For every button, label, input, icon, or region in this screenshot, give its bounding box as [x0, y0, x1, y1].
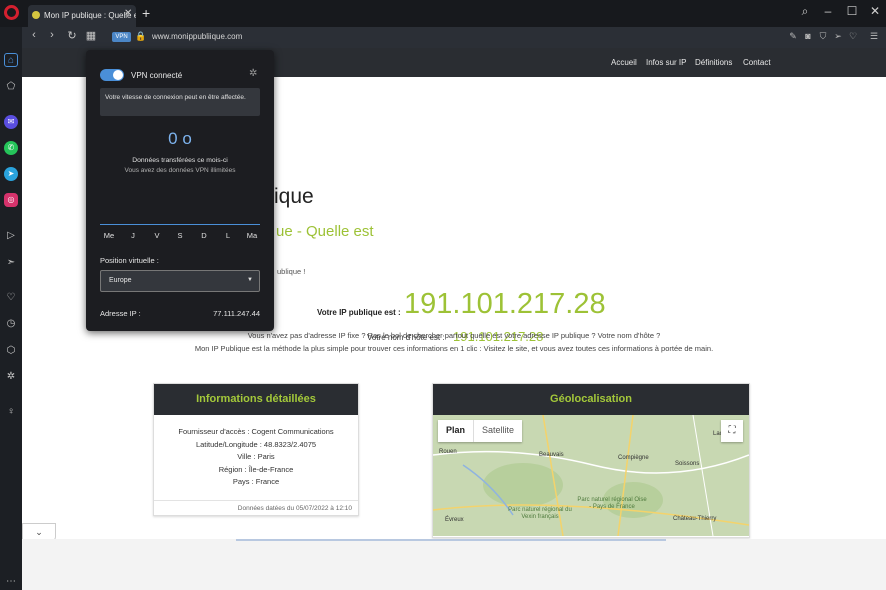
- vpn-warning: Votre vitesse de connexion peut en être …: [100, 88, 260, 116]
- new-tab-button[interactable]: +: [142, 5, 150, 21]
- easy-setup-icon[interactable]: ☰: [868, 31, 880, 42]
- details-card-title: Informations détaillées: [154, 384, 358, 415]
- lock-icon[interactable]: 🔒: [135, 31, 146, 42]
- messenger-icon[interactable]: ✉: [4, 115, 18, 129]
- vpn-toggle-knob: [113, 70, 123, 80]
- nav-link-contact[interactable]: Contact: [743, 58, 771, 67]
- page-title: ique: [274, 185, 314, 208]
- map-city-compiegne: Compiègne: [618, 455, 649, 461]
- vpn-day-label: Me: [103, 231, 115, 240]
- map-city-rouen: Rouen: [439, 449, 457, 455]
- close-window-button[interactable]: ✕: [867, 4, 883, 18]
- vpn-badge-button[interactable]: VPN: [112, 32, 131, 42]
- reload-button[interactable]: ↻: [65, 29, 79, 42]
- details-card: Informations détaillées Fournisseur d'ac…: [153, 383, 359, 516]
- info-city: Ville : Paris: [237, 452, 275, 461]
- active-tab[interactable]: Mon IP publique : Quelle e: [28, 5, 136, 27]
- map-city-soissons: Soissons: [675, 461, 700, 467]
- vpn-day-label: L: [225, 231, 231, 240]
- vpn-toggle[interactable]: [100, 69, 124, 81]
- page-footer-area: [22, 539, 886, 590]
- vpn-status-title: VPN connecté: [131, 71, 183, 80]
- vpn-popup: VPN connecté ✲ Votre vitesse de connexio…: [86, 50, 274, 331]
- vpn-data-value: 0 o: [168, 129, 192, 148]
- tab-title: Mon IP publique : Quelle e: [44, 11, 136, 20]
- telegram-icon[interactable]: ➤: [4, 167, 18, 181]
- map-park-vexin: Parc naturel régional du Vexin français: [508, 507, 572, 520]
- vpn-settings-gear-icon[interactable]: ✲: [249, 68, 257, 79]
- page-subtitle: ue - Quelle est: [276, 223, 374, 240]
- opera-logo-icon[interactable]: [4, 5, 19, 20]
- tips-bulb-icon[interactable]: ♀: [4, 405, 18, 419]
- vpn-day-label: S: [177, 231, 183, 240]
- virtual-position-value: Europe: [109, 277, 132, 284]
- info-region: Région : Île-de-France: [218, 464, 294, 474]
- vpn-day-label: V: [154, 231, 160, 240]
- opera-sidebar: [0, 27, 22, 590]
- info-isp: Fournisseur d'accès : Cogent Communicati…: [178, 427, 334, 436]
- instagram-icon[interactable]: ◎: [4, 193, 18, 207]
- dropdown-caret-icon: ▼: [247, 277, 253, 283]
- geolocation-card-title: Géolocalisation: [433, 384, 749, 415]
- minimize-button[interactable]: –: [820, 4, 836, 18]
- details-footer: Données datées du 05/07/2022 à 12:10: [154, 500, 358, 512]
- description-line-2: Mon IP Publique est la méthode la plus s…: [194, 344, 714, 353]
- whatsapp-icon[interactable]: ✆: [4, 141, 18, 155]
- camera-icon[interactable]: ◙: [802, 31, 814, 41]
- fullscreen-icon[interactable]: ⛶: [721, 420, 743, 442]
- extensions-cube-icon[interactable]: ⬡: [4, 344, 18, 358]
- map-park-oise: Parc naturel régional Oise - Pays de Fra…: [577, 497, 647, 510]
- speed-dial-icon[interactable]: ⬠: [4, 80, 18, 94]
- ip-value[interactable]: 191.101.217.28: [404, 288, 606, 321]
- address-bar: [0, 27, 886, 48]
- map-city-chateau-thierry: Château-Thierry: [673, 516, 717, 522]
- nav-link-accueil[interactable]: Accueil: [611, 58, 637, 67]
- intro-text: ublique !: [277, 267, 306, 276]
- heart-icon[interactable]: ♡: [847, 31, 859, 42]
- bookmarks-heart-icon[interactable]: ♡: [4, 291, 18, 305]
- forward-button[interactable]: ›: [45, 29, 59, 41]
- nav-link-infos[interactable]: Infos sur IP: [646, 58, 686, 67]
- virtual-position-select[interactable]: Europe ▼: [100, 270, 260, 292]
- map-tab-plan[interactable]: Plan: [438, 420, 473, 442]
- send-icon[interactable]: ➢: [832, 31, 844, 42]
- edit-icon[interactable]: ✎: [787, 31, 799, 42]
- ad-strip: [236, 539, 666, 541]
- vpn-day-label: Ma: [246, 231, 258, 240]
- nav-link-definitions[interactable]: Définitions: [695, 58, 732, 67]
- tabs-grid-icon[interactable]: ▦: [84, 29, 98, 42]
- vpn-day-label: D: [201, 231, 207, 240]
- browser-tab-bar: Mon IP publique : Quelle e ✕ + ⌕ – ☐ ✕: [0, 0, 886, 27]
- geolocation-card: Géolocalisation Rouen Beauvais Compiègne…: [432, 383, 750, 538]
- settings-gear-icon[interactable]: ✲: [4, 370, 18, 384]
- maximize-button[interactable]: ☐: [844, 4, 860, 18]
- vpn-day-label: J: [131, 231, 135, 240]
- map-city-evreux: Évreux: [445, 517, 464, 523]
- tab-close-icon[interactable]: ✕: [124, 8, 132, 19]
- virtual-position-label: Position virtuelle :: [100, 256, 159, 265]
- map-type-tabs: Plan Satellite: [438, 420, 523, 442]
- vpn-ip-label: Adresse IP :: [100, 309, 141, 318]
- shield-icon[interactable]: ⛉: [817, 31, 829, 42]
- back-button[interactable]: ‹: [27, 29, 41, 41]
- info-latlong: Latitude/Longitude : 48.8323/2.4075: [195, 439, 317, 449]
- tab-favicon-icon: [32, 11, 40, 19]
- search-icon[interactable]: ⌕: [797, 4, 813, 19]
- map-tab-satellite[interactable]: Satellite: [473, 420, 522, 442]
- vpn-ip-value: 77.111.247.44: [213, 309, 260, 318]
- map[interactable]: Rouen Beauvais Compiègne Soissons Évreux…: [433, 415, 749, 536]
- more-icon[interactable]: ⋯: [4, 575, 18, 589]
- home-icon[interactable]: ⌂: [4, 53, 18, 67]
- map-city-beauvais: Beauvais: [539, 452, 564, 458]
- vpn-usage-graph: [100, 224, 260, 225]
- description-line-1: Vous n'avez pas d'adresse IP fixe ? Ras …: [247, 331, 661, 340]
- info-country: Pays : France: [232, 477, 280, 486]
- vpn-data-title: Données transférées ce mois-ci: [132, 157, 228, 164]
- history-icon[interactable]: ◷: [4, 317, 18, 331]
- player-icon[interactable]: ▷: [4, 229, 18, 243]
- flow-icon[interactable]: ➣: [4, 256, 18, 270]
- vpn-data-subtitle: Vous avez des données VPN illimitées: [124, 167, 236, 174]
- ip-label: Votre IP publique est :: [317, 308, 401, 317]
- url-field[interactable]: www.monippubliique.com: [152, 32, 242, 41]
